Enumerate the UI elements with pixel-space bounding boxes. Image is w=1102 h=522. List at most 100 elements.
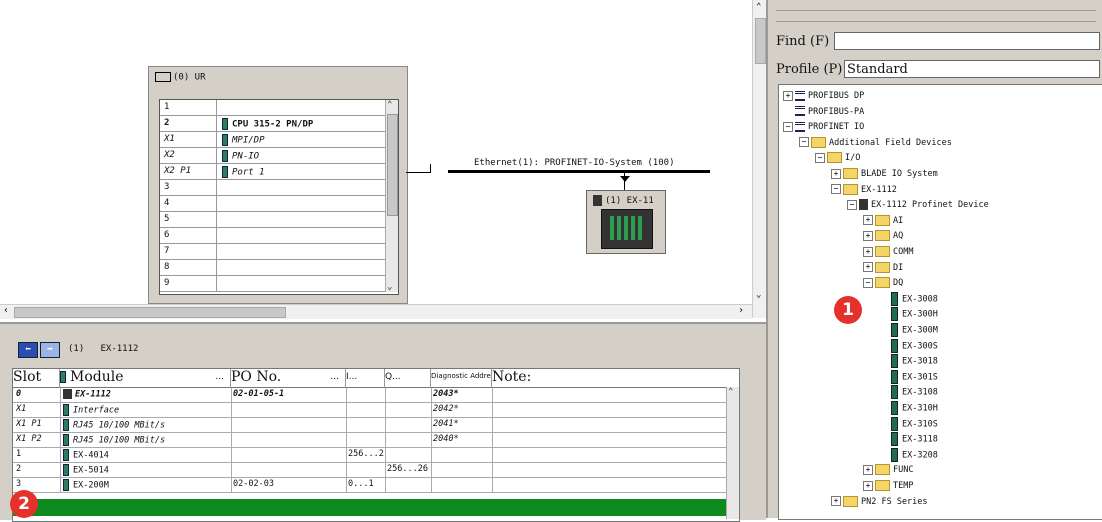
table-row[interactable]: X1 P1 RJ45 10/100 MBit/s 2041* bbox=[13, 418, 739, 433]
module-table[interactable]: Slot Module... PO No.... I... Q... Diagn… bbox=[12, 368, 740, 522]
tree-item[interactable]: + AI bbox=[863, 214, 903, 228]
expand-icon[interactable]: + bbox=[831, 496, 841, 507]
cell-module-text: EX-5014 bbox=[73, 465, 109, 476]
collapse-icon[interactable]: − bbox=[831, 184, 841, 195]
tree-item[interactable]: PROFIBUS-PA bbox=[783, 105, 864, 119]
rack-row[interactable]: 6 bbox=[160, 228, 386, 244]
tree-item[interactable]: EX-3108 bbox=[879, 385, 938, 400]
tree-item[interactable]: EX-3118 bbox=[879, 432, 938, 447]
catalog-tree[interactable]: + PROFIBUS DP PROFIBUS-PA − PROFINET IO − Addi… bbox=[778, 84, 1102, 520]
scroll-up-icon[interactable]: ⌃ bbox=[387, 100, 392, 110]
rack-row[interactable]: X1 MPI/DP bbox=[160, 132, 386, 148]
selected-empty-row[interactable] bbox=[13, 499, 739, 516]
tree-item[interactable]: + FUNC bbox=[863, 463, 913, 477]
tree-item[interactable]: + PROFIBUS DP bbox=[783, 89, 864, 103]
rack-scroll-thumb[interactable] bbox=[387, 114, 398, 216]
col-q-header[interactable]: Q... bbox=[385, 369, 431, 388]
rack-row[interactable]: 9 bbox=[160, 276, 386, 292]
rack-row[interactable]: X2 P1 Port 1 bbox=[160, 164, 386, 180]
col-i-header[interactable]: I... bbox=[346, 369, 385, 388]
module-table-scrollbar[interactable]: ⌃ bbox=[726, 387, 739, 519]
hardware-catalog[interactable]: Find (F) Profile (P) Standard + PROFIBUS … bbox=[766, 0, 1102, 520]
tree-item-label: EX-310S bbox=[902, 419, 938, 430]
collapse-icon[interactable]: − bbox=[783, 121, 793, 132]
rack-row[interactable]: 7 bbox=[160, 244, 386, 260]
tree-item[interactable]: + PN2 FS Series bbox=[831, 495, 928, 509]
folder-icon bbox=[875, 246, 890, 257]
tree-item[interactable]: + AQ bbox=[863, 229, 903, 243]
tree-item[interactable]: EX-3008 bbox=[879, 291, 938, 306]
col-module-header[interactable]: Module... bbox=[60, 369, 231, 388]
tree-item[interactable]: − EX-1112 bbox=[831, 183, 897, 197]
expand-icon[interactable]: + bbox=[863, 464, 873, 475]
expand-icon[interactable]: + bbox=[863, 215, 873, 226]
tree-item[interactable]: EX-300H bbox=[879, 307, 938, 322]
tree-item[interactable]: + COMM bbox=[863, 245, 913, 259]
catalog-grip[interactable] bbox=[776, 10, 1096, 22]
rack-scrollbar[interactable]: ⌃ ⌄ bbox=[385, 100, 398, 292]
scroll-up-icon[interactable]: ⌃ bbox=[756, 2, 761, 12]
table-row[interactable]: 1 EX-4014 256...2 bbox=[13, 448, 739, 463]
table-row[interactable]: 0 EX-1112 02-01-05-1 2043* bbox=[13, 388, 739, 403]
forward-arrow-icon[interactable]: ➡ bbox=[40, 342, 60, 358]
network-view[interactable]: (0) UR 1 2 CPU 315-2 PN/DP X1 MPI/DP X2 PN-IO X… bbox=[0, 0, 752, 318]
rack-row[interactable]: 2 CPU 315-2 PN/DP bbox=[160, 116, 386, 132]
network-vscrollbar[interactable]: ⌃ ⌄ bbox=[752, 0, 767, 318]
scroll-down-icon[interactable]: ⌄ bbox=[387, 282, 392, 292]
network-hscrollbar[interactable]: ‹ › bbox=[0, 304, 752, 319]
tree-item[interactable]: EX-310S bbox=[879, 416, 938, 431]
scroll-right-icon[interactable]: › bbox=[738, 305, 744, 316]
expand-icon[interactable]: + bbox=[783, 90, 793, 101]
expand-icon[interactable]: + bbox=[863, 246, 873, 257]
table-row[interactable]: X1 P2 RJ45 10/100 MBit/s 2040* bbox=[13, 433, 739, 448]
rack-row[interactable]: X2 PN-IO bbox=[160, 148, 386, 164]
detail-view[interactable]: ⬅ ➡ (1) EX-1112 Slot Module... PO No.... … bbox=[0, 322, 766, 522]
tree-item[interactable]: EX-300M bbox=[879, 323, 938, 337]
tree-item[interactable]: − DQ bbox=[863, 276, 903, 290]
rack-table[interactable]: 1 2 CPU 315-2 PN/DP X1 MPI/DP X2 PN-IO X2 P1 Por… bbox=[159, 99, 399, 295]
tree-item[interactable]: + BLADE IO System bbox=[831, 167, 938, 181]
collapse-icon[interactable]: − bbox=[799, 137, 809, 148]
expand-icon[interactable]: + bbox=[863, 262, 873, 273]
rack-row[interactable]: 1 bbox=[160, 100, 386, 116]
col-po-header[interactable]: PO No.... bbox=[231, 369, 346, 388]
table-row[interactable]: 3 EX-200M 02-02-03 0...1 bbox=[13, 478, 739, 493]
tree-item[interactable]: − Additional Field Devices bbox=[799, 136, 952, 150]
col-diag-header[interactable]: Diagnostic Address bbox=[431, 369, 492, 388]
tree-item[interactable]: EX-301S bbox=[879, 369, 938, 384]
tree-item[interactable]: EX-3208 bbox=[879, 447, 938, 462]
expand-icon[interactable]: + bbox=[863, 230, 873, 241]
profile-select[interactable]: Standard bbox=[844, 60, 1100, 78]
collapse-icon[interactable]: − bbox=[815, 152, 825, 163]
rack-row[interactable]: 8 bbox=[160, 260, 386, 276]
expand-icon[interactable]: + bbox=[831, 168, 841, 179]
find-input[interactable] bbox=[834, 32, 1100, 50]
table-row[interactable]: 2 EX-5014 256...26 bbox=[13, 463, 739, 478]
network-vscroll-thumb[interactable] bbox=[755, 18, 766, 64]
table-row[interactable]: X1 Interface 2042* bbox=[13, 403, 739, 418]
device-node-ex1112[interactable]: (1) EX-11 bbox=[586, 190, 666, 254]
network-hscroll-thumb[interactable] bbox=[14, 307, 286, 318]
tree-item[interactable]: + TEMP bbox=[863, 479, 913, 493]
tree-item[interactable]: EX-3018 bbox=[879, 354, 938, 369]
col-note-header[interactable]: Note: bbox=[492, 369, 739, 388]
scroll-up-icon[interactable]: ⌃ bbox=[728, 387, 733, 397]
scroll-left-icon[interactable]: ‹ bbox=[3, 305, 9, 316]
collapse-icon[interactable]: − bbox=[847, 199, 857, 210]
col-slot-header[interactable]: Slot bbox=[13, 369, 60, 388]
tree-item[interactable]: EX-300S bbox=[879, 338, 938, 353]
rack-row[interactable]: 4 bbox=[160, 196, 386, 212]
rack-row[interactable]: 5 bbox=[160, 212, 386, 228]
tree-item[interactable]: − EX-1112 Profinet Device bbox=[847, 198, 989, 212]
tree-item[interactable]: EX-310H bbox=[879, 401, 938, 415]
collapse-icon[interactable]: − bbox=[863, 277, 873, 288]
rack-window[interactable]: (0) UR 1 2 CPU 315-2 PN/DP X1 MPI/DP X2 PN-IO X… bbox=[148, 66, 408, 304]
tree-item[interactable]: + DI bbox=[863, 261, 903, 275]
tree-item[interactable]: − PROFINET IO bbox=[783, 120, 864, 134]
rack-row[interactable]: 3 bbox=[160, 180, 386, 196]
tree-item[interactable]: − I/O bbox=[815, 151, 860, 165]
ethernet-bus-line[interactable] bbox=[448, 170, 710, 173]
back-arrow-icon[interactable]: ⬅ bbox=[18, 342, 38, 358]
expand-icon[interactable]: + bbox=[863, 480, 873, 491]
scroll-down-icon[interactable]: ⌄ bbox=[756, 290, 761, 300]
